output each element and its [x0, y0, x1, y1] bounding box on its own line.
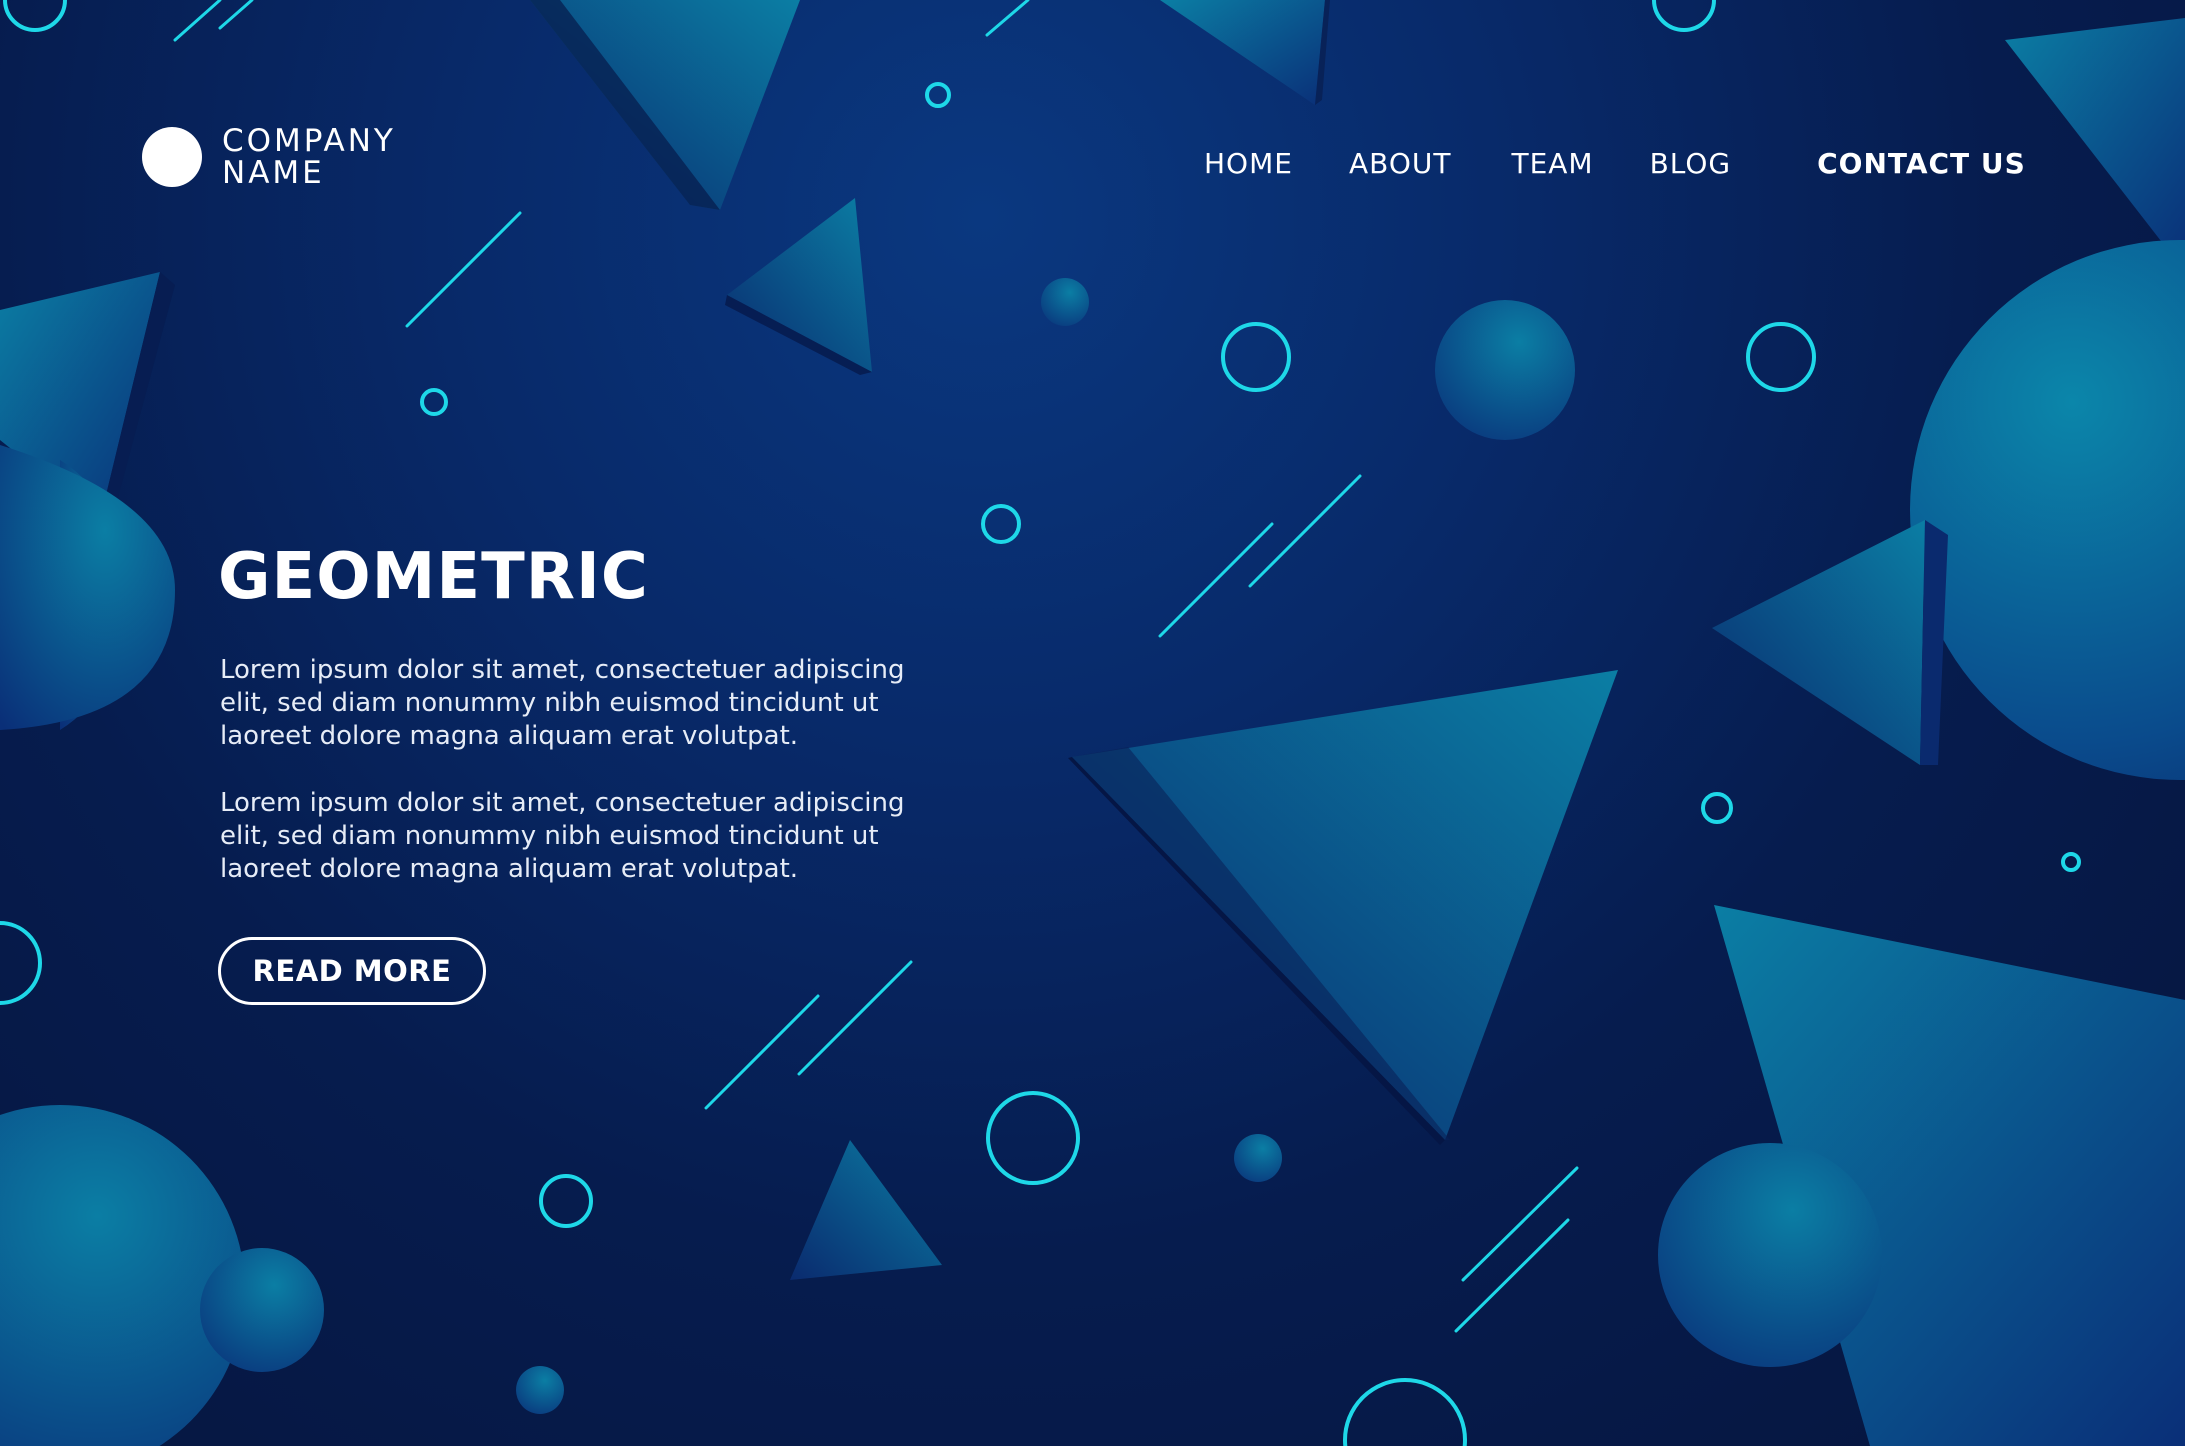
nav-item-about[interactable]: ABOUT: [1349, 147, 1452, 180]
nav-item-team[interactable]: TEAM: [1511, 147, 1593, 180]
nav-item-blog[interactable]: BLOG: [1650, 147, 1732, 180]
company-logo[interactable]: COMPANY NAME: [142, 122, 396, 192]
landing-page: COMPANY NAME HOME ABOUT TEAM BLOG CONTAC…: [0, 0, 2185, 1446]
triangle-shape: [1160, 0, 1325, 105]
nav-item-home[interactable]: HOME: [1204, 147, 1293, 180]
sphere-shape: [1234, 1134, 1282, 1182]
triangle-shape: [790, 1140, 942, 1280]
sphere-shape: [200, 1248, 324, 1372]
hero-paragraph-1: Lorem ipsum dolor sit amet, consectetuer…: [220, 655, 905, 751]
nav-item-contact-us[interactable]: CONTACT US: [1817, 147, 2026, 180]
hero-title: GEOMETRIC: [218, 540, 649, 614]
sphere-shape: [1910, 240, 2185, 780]
triangle-shape: [1712, 520, 1925, 765]
main-nav: HOME ABOUT TEAM BLOG CONTACT US: [1204, 141, 2026, 185]
sphere-shape: [1658, 1143, 1882, 1367]
sphere-shape: [1435, 300, 1575, 440]
triangle-shape: [2005, 18, 2185, 272]
hero-paragraph-2: Lorem ipsum dolor sit amet, consectetuer…: [220, 788, 905, 884]
triangle-shape: [1072, 670, 1618, 1140]
white-circle-logo-icon: [142, 127, 202, 187]
sphere-shape: [516, 1366, 564, 1414]
sphere-shape: [0, 1105, 245, 1446]
company-name: COMPANY NAME: [222, 125, 396, 189]
company-name-line2: NAME: [222, 155, 325, 191]
triangle-shape: [727, 198, 872, 372]
sphere-shape: [1041, 278, 1089, 326]
read-more-button[interactable]: READ MORE: [218, 937, 486, 1005]
company-name-line1: COMPANY: [222, 123, 396, 159]
